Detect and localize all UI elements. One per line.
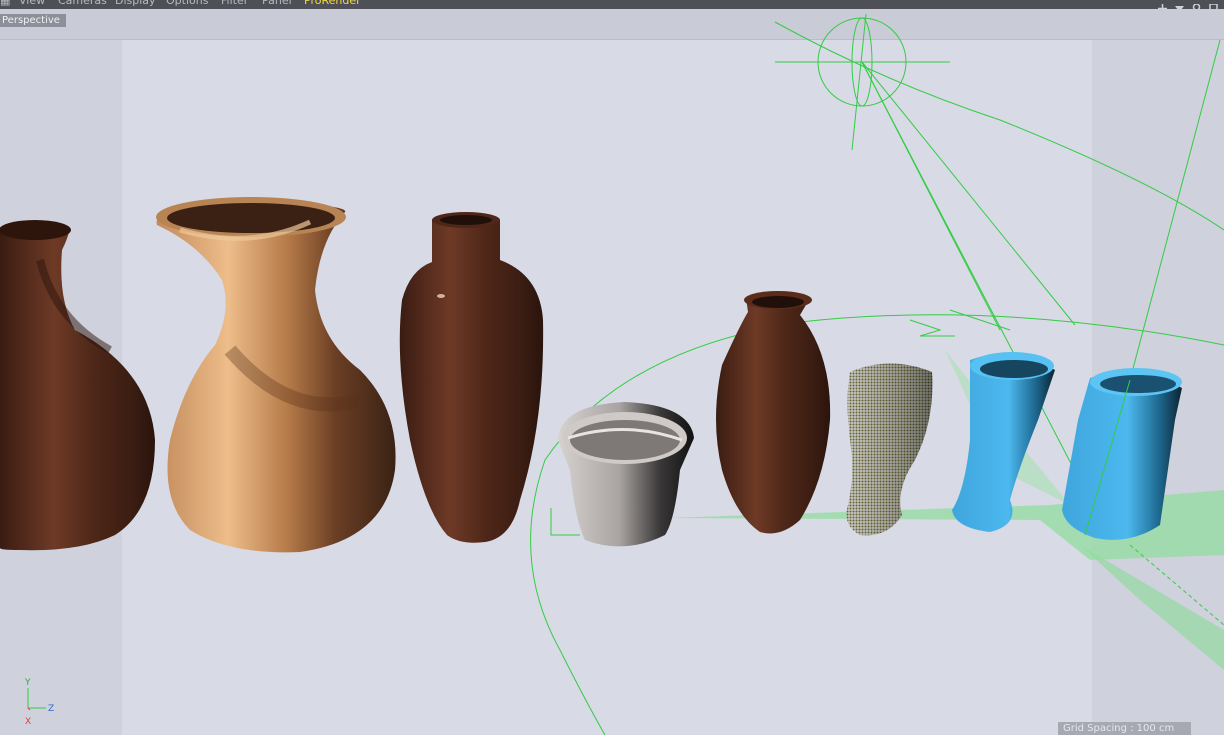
axis-orientation-icon: Y Z X — [24, 678, 54, 726]
flower-pot[interactable] — [558, 402, 694, 547]
3d-viewport-scene[interactable] — [0, 0, 1224, 735]
axis-y-label: Y — [24, 678, 31, 688]
wooden-vase-light[interactable] — [156, 197, 396, 553]
grid-spacing-label: Grid Spacing : 100 cm — [1058, 722, 1191, 735]
axis-x-label: X — [25, 717, 31, 726]
wooden-vase-dark[interactable] — [0, 220, 155, 551]
wooden-vase-small[interactable] — [716, 291, 831, 534]
axis-z-label: Z — [48, 704, 54, 714]
wooden-bottle[interactable] — [399, 212, 544, 543]
